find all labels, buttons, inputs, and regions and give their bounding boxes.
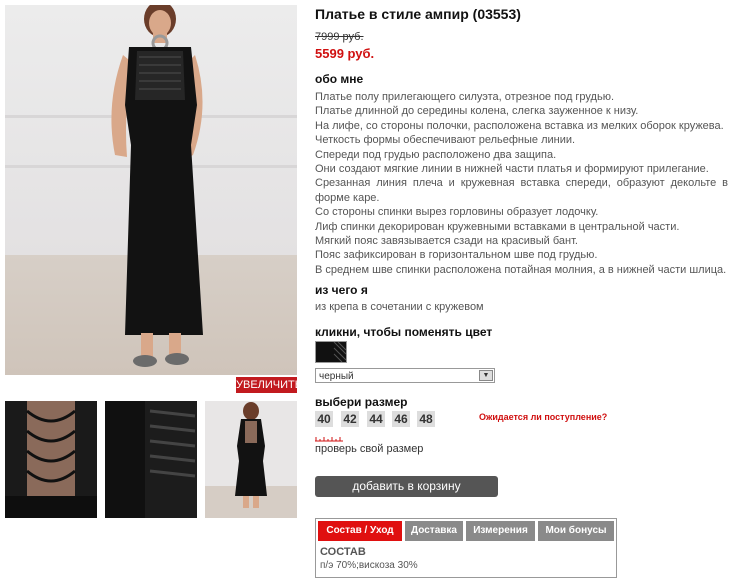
thumbnail-front-lace-image (105, 401, 197, 518)
chevron-down-icon[interactable]: ▼ (479, 370, 493, 381)
description-line: Они создают мягкие линии в нижней части … (315, 163, 709, 176)
color-dropdown[interactable]: черный ▼ (315, 368, 495, 383)
description-line: Четкость формы обеспечивают рельефные ли… (315, 134, 576, 147)
thumbnail-back-lace-image (5, 401, 97, 518)
size-option-44[interactable]: 44 (367, 411, 385, 427)
main-product-photo[interactable] (5, 5, 297, 375)
tab-measurements[interactable]: Измерения (466, 521, 535, 541)
old-price: 7999 руб. (315, 31, 364, 43)
description-line: Мягкий пояс завязывается сзади на красив… (315, 235, 578, 248)
description-line: В среднем шве спинки расположена потайна… (315, 263, 727, 276)
notify-availability-link[interactable]: Ожидается ли поступление? (479, 412, 607, 422)
composition-text: п/э 70%;вискоза 30% (320, 560, 418, 571)
sale-price: 5599 руб. (315, 46, 375, 61)
description-line: Платье полу прилегающего силуэта, отрезн… (315, 91, 615, 103)
size-option-42[interactable]: 42 (341, 411, 359, 427)
material-text: из крепа в сочетании с кружевом (315, 301, 484, 313)
color-dropdown-value: черный (319, 371, 354, 382)
material-heading: из чего я (315, 283, 368, 297)
check-size-link[interactable]: проверь свой размер (315, 443, 423, 455)
product-title: Платье в стиле ампир (03553) (315, 6, 521, 22)
lace-swatch-pattern (316, 342, 346, 362)
description-line: Спереди под грудью расположено два защип… (315, 148, 557, 161)
size-option-46[interactable]: 46 (392, 411, 410, 427)
zoom-button[interactable]: УВЕЛИЧИТЬ (236, 377, 302, 393)
tab-my-bonuses[interactable]: Мои бонусы (538, 521, 614, 541)
color-swatch-black[interactable] (315, 341, 347, 363)
size-option-40[interactable]: 40 (315, 411, 333, 427)
thumbnail-back-lace[interactable] (5, 401, 97, 518)
description-line: На лифе, со стороны полочки, расположена… (315, 119, 724, 132)
description-line: Со стороны спинки вырез горловины образу… (315, 206, 599, 219)
description-line: Лиф спинки декорирован кружевными вставк… (315, 220, 680, 233)
tab-composition-care[interactable]: Состав / Уход (318, 521, 402, 541)
thumbnail-front-lace[interactable] (105, 401, 197, 518)
size-heading: выбери размер (315, 395, 408, 409)
thumbnail-back-full-image (205, 401, 297, 518)
size-option-48[interactable]: 48 (417, 411, 435, 427)
product-description: Платье полу прилегающего силуэта, отрезн… (315, 90, 728, 277)
color-heading: кликни, чтобы поменять цвет (315, 325, 493, 339)
about-heading: обо мне (315, 72, 364, 86)
description-line: Срезанная линия плеча и кружевная вставк… (315, 177, 728, 204)
description-line: Платье длинной до середины колена, слегк… (315, 105, 639, 118)
description-line: Пояс зафиксирован в горизонтальном шве п… (315, 249, 598, 262)
add-to-cart-button[interactable]: добавить в корзину (315, 476, 498, 497)
thumbnail-back-full[interactable] (205, 401, 297, 518)
composition-heading: СОСТАВ (320, 546, 366, 558)
ruler-icon (315, 437, 343, 442)
tab-delivery[interactable]: Доставка (405, 521, 463, 541)
model-in-dress-illustration (111, 5, 203, 367)
